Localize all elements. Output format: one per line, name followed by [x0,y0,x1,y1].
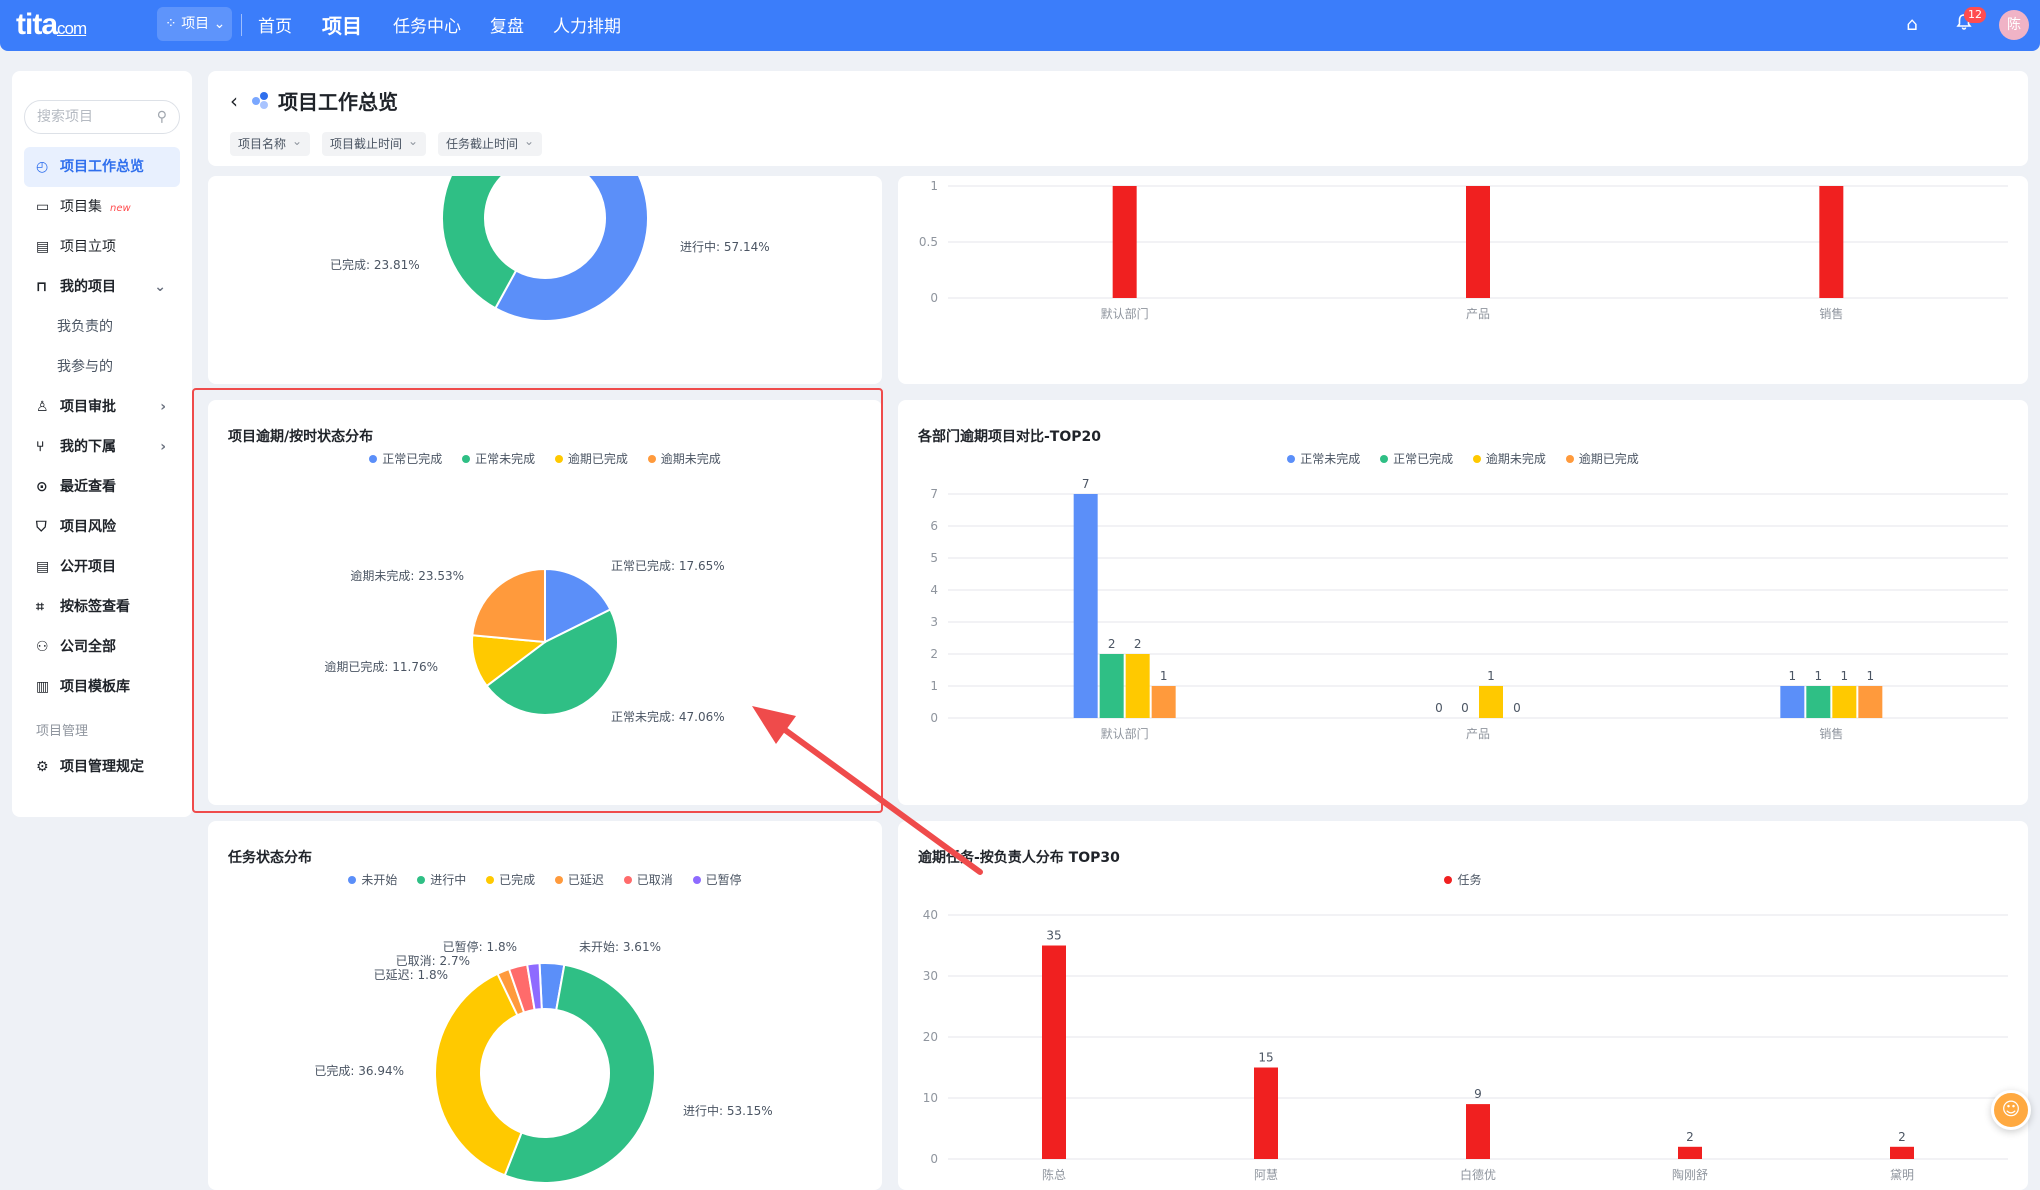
assistant-float-button[interactable]: ☺ [1991,1090,2031,1130]
annotation-arrow [752,706,983,875]
